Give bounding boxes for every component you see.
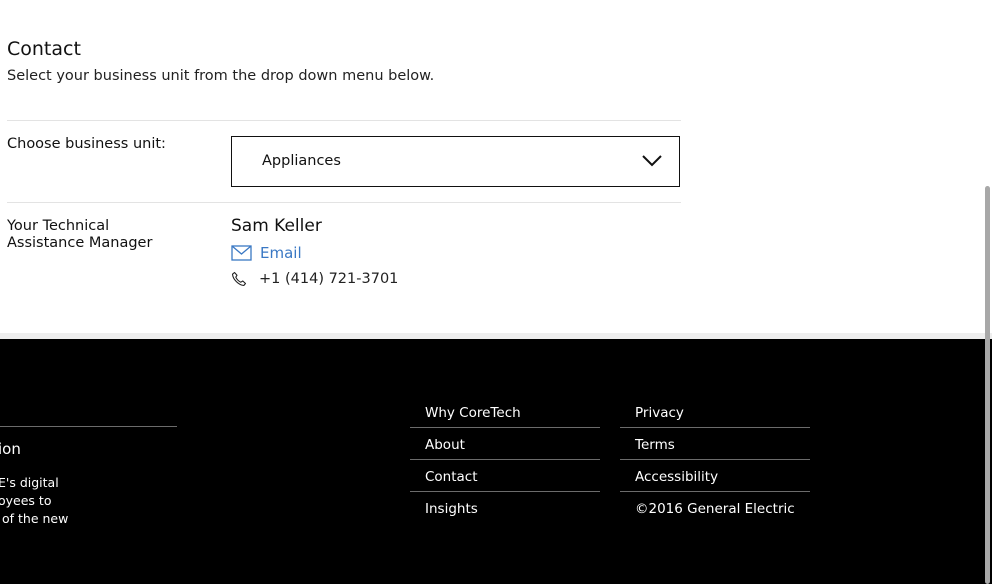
footer-link-insights[interactable]: Insights <box>425 501 478 517</box>
footer-divider <box>620 491 810 492</box>
page-subtitle: Select your business unit from the drop … <box>7 68 435 84</box>
manager-name: Sam Keller <box>231 216 322 236</box>
divider <box>7 202 681 203</box>
scrollbar-thumb[interactable] <box>985 186 990 584</box>
footer-divider <box>410 491 600 492</box>
phone-icon <box>231 271 247 287</box>
business-unit-select[interactable]: Appliances <box>231 136 680 187</box>
footer: ion E's digital oyees to of the new Why C… <box>0 339 992 584</box>
email-link-label: Email <box>260 244 302 262</box>
business-unit-selected-value: Appliances <box>262 153 341 169</box>
footer-link-terms[interactable]: Terms <box>635 437 675 453</box>
footer-link-privacy[interactable]: Privacy <box>635 405 684 421</box>
page-title: Contact <box>7 38 81 60</box>
footer-description: E's digital oyees to of the new <box>0 475 69 526</box>
manager-label-line2: Assistance Manager <box>7 235 153 251</box>
footer-link-contact[interactable]: Contact <box>425 469 478 485</box>
chevron-down-icon <box>642 155 662 167</box>
footer-divider <box>0 426 177 427</box>
mail-icon <box>231 245 252 261</box>
scrollbar[interactable] <box>982 0 992 584</box>
manager-label-line1: Your Technical <box>7 218 110 234</box>
manager-label: Your Technical Assistance Manager <box>7 218 152 252</box>
copyright-text: ©2016 General Electric <box>635 501 795 517</box>
footer-link-about[interactable]: About <box>425 437 465 453</box>
divider <box>7 120 681 121</box>
email-link[interactable]: Email <box>231 244 302 262</box>
business-unit-label: Choose business unit: <box>7 136 166 152</box>
footer-link-why-coretech[interactable]: Why CoreTech <box>425 405 521 421</box>
footer-link-accessibility[interactable]: Accessibility <box>635 469 718 485</box>
phone-row: +1 (414) 721-3701 <box>231 271 398 287</box>
footer-divider <box>410 427 600 428</box>
footer-divider <box>410 459 600 460</box>
footer-divider <box>620 459 810 460</box>
footer-heading: ion <box>0 440 21 458</box>
footer-divider <box>620 427 810 428</box>
phone-number: +1 (414) 721-3701 <box>259 271 399 287</box>
